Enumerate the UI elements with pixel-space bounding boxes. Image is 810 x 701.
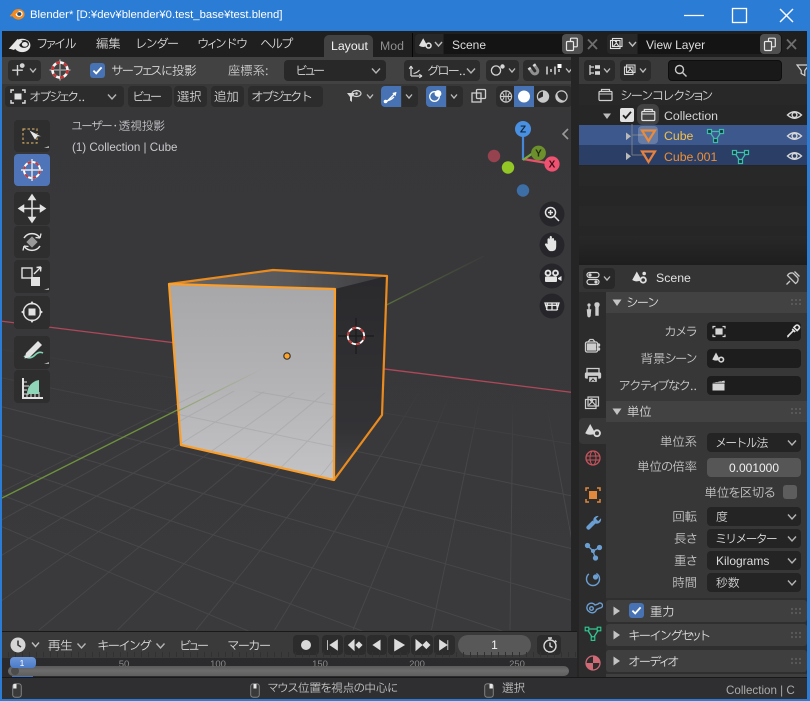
svg-text:X: X — [549, 160, 556, 171]
svg-text:Z: Z — [520, 125, 526, 136]
svg-text:Y: Y — [535, 149, 542, 160]
